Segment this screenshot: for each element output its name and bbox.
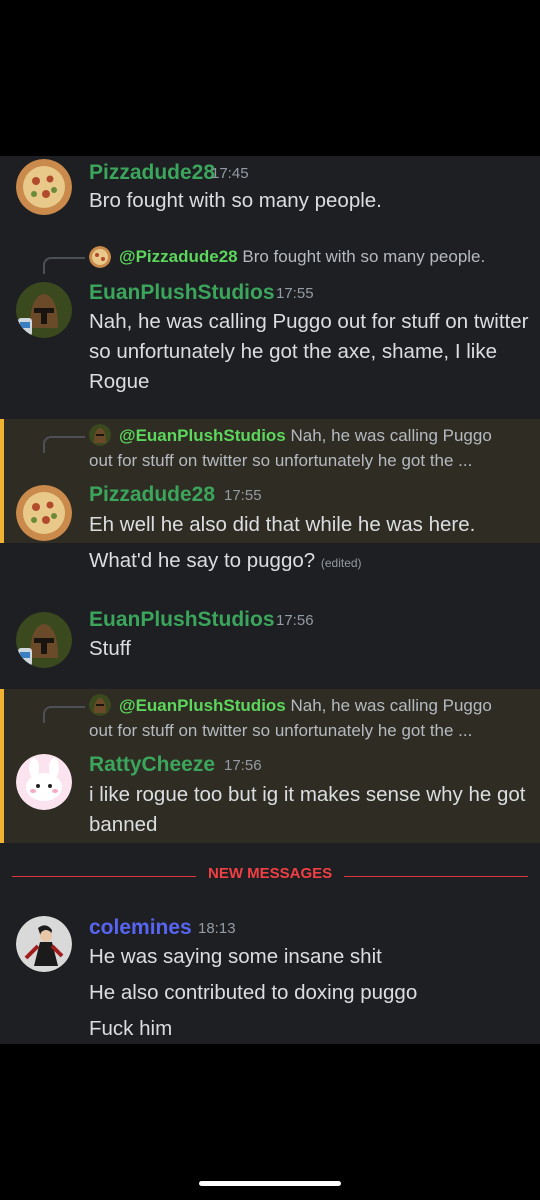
- author-name[interactable]: colemines: [89, 916, 192, 940]
- reply-mention[interactable]: @EuanPlushStudios: [119, 696, 286, 715]
- timestamp: 17:55: [224, 487, 262, 504]
- message-text: Bro fought with so many people.: [89, 189, 382, 212]
- reply-connector: [43, 257, 85, 274]
- message-text: i like rogue too but ig it makes sense w…: [89, 783, 526, 836]
- reply-mention[interactable]: @EuanPlushStudios: [119, 426, 286, 445]
- author-name[interactable]: Pizzadude28: [89, 483, 215, 507]
- timestamp: 17:55: [276, 285, 314, 302]
- helmet-avatar-small: [89, 424, 111, 446]
- bunny-avatar[interactable]: [16, 754, 72, 810]
- reply-snippet: Nah, he was calling Puggo: [290, 696, 492, 715]
- message-text: He also contributed to doxing puggo: [89, 981, 418, 1004]
- timestamp: 17:45: [211, 165, 249, 182]
- message-text: He was saying some insane shit: [89, 945, 382, 968]
- author-name[interactable]: RattyCheeze: [89, 753, 215, 777]
- edited-label: (edited): [320, 556, 362, 570]
- message-text: Eh well he also did that while he was he…: [89, 513, 476, 536]
- timestamp: 17:56: [276, 612, 314, 629]
- message-list: Pizzadude28 17:45 Bro fought with so man…: [0, 156, 540, 1044]
- character-avatar[interactable]: [16, 916, 72, 972]
- reply-preview[interactable]: @EuanPlushStudios Nah, he was calling Pu…: [119, 426, 492, 446]
- message-text: What'd he say to puggo? (edited): [89, 546, 529, 578]
- helmet-avatar[interactable]: [16, 282, 72, 338]
- message-text: Nah, he was calling Puggo out for stuff …: [89, 310, 529, 393]
- message-text: Stuff: [89, 637, 131, 660]
- timestamp: 18:13: [198, 920, 236, 937]
- helmet-avatar[interactable]: [16, 612, 72, 668]
- message-text: Fuck him: [89, 1017, 173, 1040]
- reply-snippet: Bro fought with so many people.: [242, 247, 486, 266]
- reply-connector: [43, 436, 85, 453]
- author-name[interactable]: EuanPlushStudios: [89, 608, 275, 632]
- pizza-avatar-small: [89, 246, 111, 268]
- pizza-avatar[interactable]: [16, 485, 72, 541]
- reply-preview[interactable]: @Pizzadude28 Bro fought with so many peo…: [119, 247, 485, 267]
- timestamp: 17:56: [224, 757, 262, 774]
- reply-snippet-continued: out for stuff on twitter so unfortunatel…: [89, 451, 473, 470]
- reply-connector: [43, 706, 85, 723]
- message-text-line: What'd he say to puggo?: [89, 549, 316, 572]
- reply-mention[interactable]: @Pizzadude28: [119, 247, 238, 266]
- reply-preview[interactable]: @EuanPlushStudios Nah, he was calling Pu…: [119, 696, 492, 716]
- helmet-avatar-small: [89, 694, 111, 716]
- reply-snippet-continued: out for stuff on twitter so unfortunatel…: [89, 721, 473, 740]
- pizza-avatar[interactable]: [16, 159, 72, 215]
- home-indicator[interactable]: [199, 1181, 341, 1186]
- author-name[interactable]: Pizzadude28: [89, 161, 215, 185]
- new-messages-label: NEW MESSAGES: [196, 865, 345, 882]
- author-name[interactable]: EuanPlushStudios: [89, 281, 275, 305]
- reply-snippet: Nah, he was calling Puggo: [290, 426, 492, 445]
